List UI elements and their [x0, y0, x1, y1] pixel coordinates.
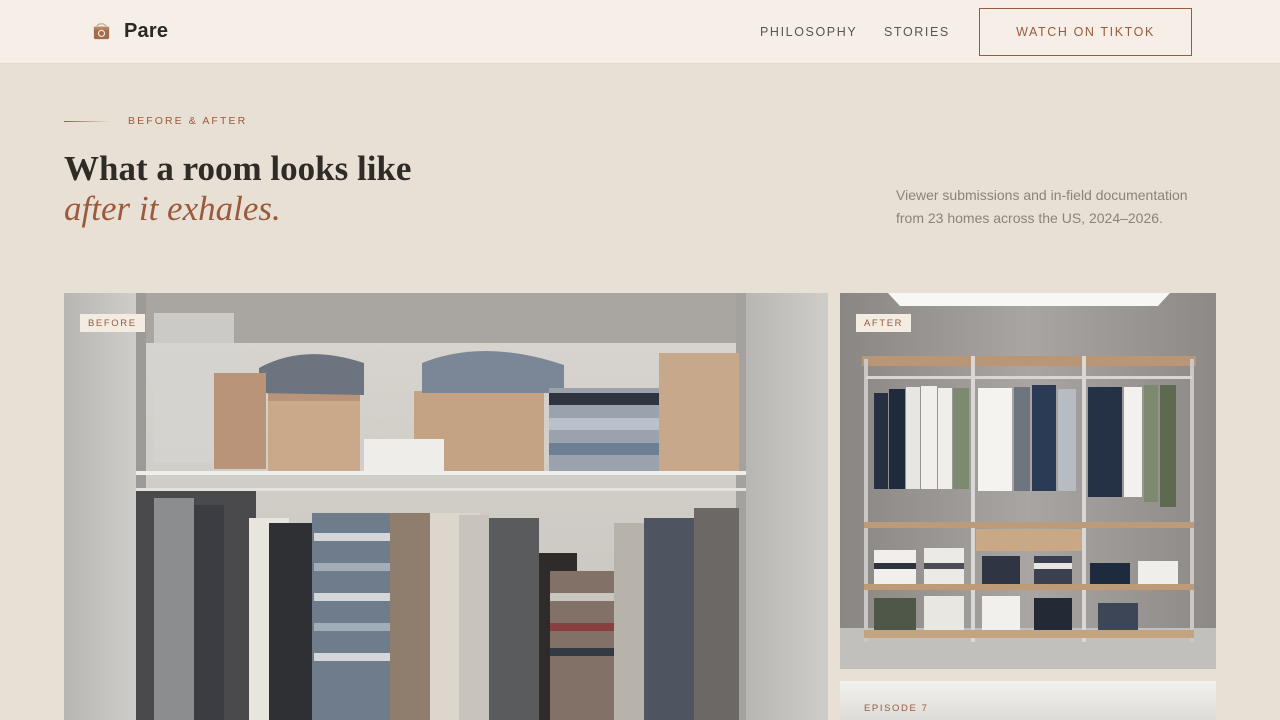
watch-on-tiktok-button[interactable]: WATCH ON TIKTOK [979, 8, 1192, 56]
brand-name: Pare [124, 20, 169, 42]
top-navbar: Pare PHILOSOPHY STORIES WATCH ON TIKTOK [0, 0, 1280, 64]
page-title-accent: after it exhales. [64, 189, 281, 228]
after-photo[interactable]: AFTER [840, 293, 1216, 669]
episode-card[interactable]: EPISODE 7 [840, 681, 1216, 720]
section-eyebrow: BEFORE & AFTER [128, 115, 248, 127]
brand-logo[interactable]: Pare [92, 20, 168, 43]
box-logo-icon [93, 23, 110, 40]
section-description: Viewer submissions and in-field document… [896, 187, 1188, 226]
page-title: What a room looks like [64, 149, 412, 188]
episode-tag: EPISODE 7 [864, 703, 929, 714]
cluttered-closet-image [64, 293, 828, 720]
eyebrow-divider [64, 121, 110, 122]
nav-link-stories[interactable]: STORIES [884, 25, 950, 39]
before-tag: BEFORE [80, 314, 145, 332]
organized-closet-image [840, 293, 1216, 669]
after-tag: AFTER [856, 314, 912, 332]
before-photo[interactable]: BEFORE [64, 293, 828, 720]
nav-link-philosophy[interactable]: PHILOSOPHY [760, 25, 857, 39]
